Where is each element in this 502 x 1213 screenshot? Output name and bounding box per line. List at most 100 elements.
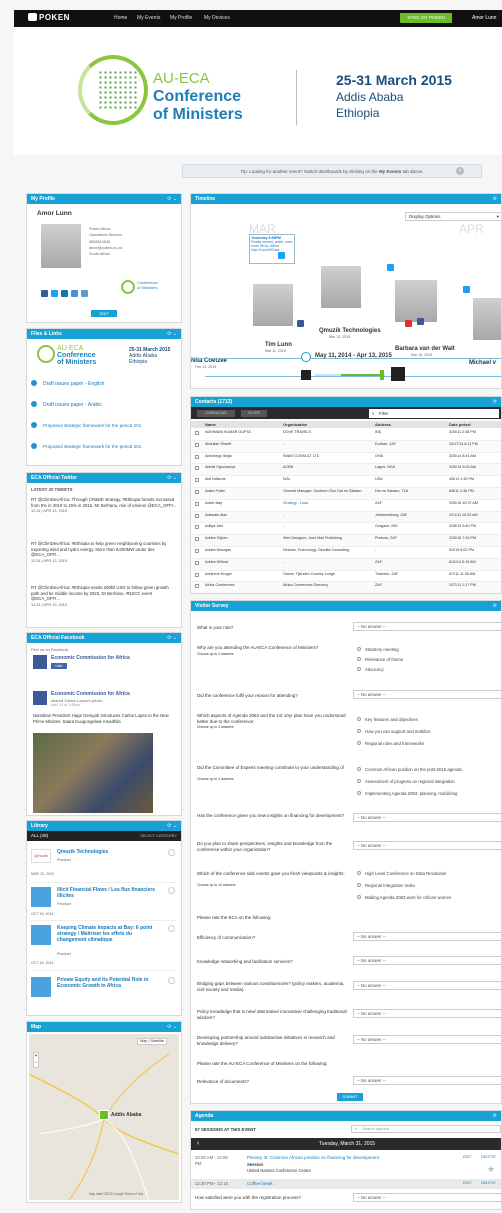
row-checkbox[interactable]: [195, 513, 199, 518]
file-link[interactable]: Proposed strategic framework for the per…: [31, 422, 141, 428]
row-checkbox[interactable]: [195, 466, 199, 471]
session-delete-link[interactable]: DELETE: [481, 1155, 496, 1159]
session-title[interactable]: Coffee break: [247, 1181, 273, 1186]
timeline-photo[interactable]: [253, 284, 293, 326]
row-checkbox[interactable]: [195, 549, 199, 553]
session-delete-link[interactable]: DELETE: [481, 1181, 496, 1185]
timeline-prev-icon[interactable]: [301, 352, 311, 362]
file-link[interactable]: Proposed strategic framework for the per…: [31, 443, 141, 449]
facebook-icon[interactable]: [41, 290, 48, 297]
panel-controls-icon[interactable]: ⟳: [493, 194, 497, 204]
remove-icon[interactable]: [168, 977, 175, 984]
answer-option[interactable]: Advocacy: [357, 667, 384, 672]
remove-icon[interactable]: [168, 887, 175, 894]
nav-my-devices[interactable]: My Devices: [204, 15, 230, 21]
answer-select[interactable]: -- No answer --: [353, 956, 501, 965]
answer-option[interactable]: Assessment of progress on regional integ…: [357, 779, 455, 784]
map-marker-icon[interactable]: [99, 1110, 109, 1120]
row-checkbox[interactable]: [195, 572, 199, 577]
select-category-dropdown[interactable]: SELECT CATEGORY: [140, 831, 177, 841]
answer-option[interactable]: Making Agenda 2063 work for African wome…: [357, 895, 451, 900]
session-edit-link[interactable]: EDIT: [463, 1155, 472, 1159]
radio-icon[interactable]: [357, 729, 361, 733]
panel-controls-icon[interactable]: ⟳ ⌄: [167, 633, 177, 643]
timeline-person-name[interactable]: Barbara van der Walt: [395, 346, 455, 352]
table-row[interactable]: Adrian Moorgas Director, Technology, Delo…: [191, 547, 501, 559]
row-checkbox[interactable]: [195, 454, 199, 459]
table-row[interactable]: Abii Ndisone NJU USA 4/8/14 1:30 PM: [191, 476, 501, 488]
row-checkbox[interactable]: [195, 478, 199, 483]
answer-option[interactable]: Regional roles and frameworks: [357, 741, 424, 746]
radio-icon[interactable]: [357, 647, 361, 651]
table-row[interactable]: Abidal Ogunsanya ACBN Lagos, NGA 3/30/14 9:…: [191, 464, 501, 477]
linkedin-icon[interactable]: [61, 290, 68, 297]
timeline-photo[interactable]: [395, 280, 437, 322]
twitter-icon[interactable]: [387, 264, 394, 271]
row-checkbox[interactable]: [195, 501, 199, 506]
tip-close-icon[interactable]: ×: [456, 167, 464, 175]
table-row[interactable]: Aditya Jain - Gurgaon, IND 3/26/13 3:40 PM: [191, 523, 501, 536]
table-row[interactable]: Adam Fuller General Manager, Southern Sun…: [191, 488, 501, 500]
table-row[interactable]: Adrian Viljoen Web Designer, Jund Mall Pu…: [191, 535, 501, 547]
panel-controls-icon[interactable]: ⟳ ⌄: [167, 821, 177, 831]
panel-controls-icon[interactable]: ⟳ ⌄: [167, 329, 177, 339]
radio-icon[interactable]: [357, 791, 361, 795]
radio-icon[interactable]: [357, 657, 361, 661]
poken-logo[interactable]: POKEN: [28, 13, 70, 22]
session-title[interactable]: Plenary III: Common African position on …: [247, 1155, 417, 1160]
panel-controls-icon[interactable]: ⟳ ⌄: [167, 194, 177, 204]
zoom-control[interactable]: + −: [33, 1052, 39, 1068]
library-item[interactable]: Qmuz!k Qmuzik Technologies Product MAR 1…: [31, 845, 177, 883]
radio-icon[interactable]: [357, 717, 361, 721]
download-button[interactable]: DOWNLOAD: [197, 410, 235, 417]
answer-option[interactable]: High Level Conference on Data Revolution: [357, 871, 446, 876]
chevron-left-icon[interactable]: ‹: [197, 1138, 199, 1150]
person-large-icon[interactable]: [391, 367, 405, 381]
table-row[interactable]: ADHIMANI KUMAR GUPTA DOVE TRAVELS IND 3/30/…: [191, 429, 501, 441]
column-header[interactable]: Organization: [283, 422, 307, 427]
answer-option[interactable]: Implementing Agenda 2063: planning, mobi…: [357, 791, 457, 796]
timeline-person-name[interactable]: Michael v: [469, 360, 496, 366]
table-row[interactable]: Adewale Alao - Johannesburg, ZAF 2/21/11 10…: [191, 511, 501, 524]
star-icon[interactable]: ★: [487, 1164, 495, 1175]
radio-icon[interactable]: [357, 667, 361, 671]
answer-select[interactable]: -- No answer --: [353, 1035, 501, 1044]
facebook-page-name[interactable]: Economic Commission for Africa: [51, 655, 130, 661]
library-item[interactable]: Private Equity and its Potential Role in…: [31, 973, 177, 1013]
twitter-icon[interactable]: [278, 252, 285, 259]
table-row[interactable]: Adele Italy Strategy - Lead ZAF 3/30/15 10:…: [191, 500, 501, 512]
submit-button[interactable]: SUBMIT: [337, 1093, 363, 1101]
radio-icon[interactable]: [357, 895, 361, 899]
answer-option[interactable]: Key features and objectives: [357, 717, 418, 722]
twitter-icon[interactable]: [463, 286, 470, 293]
row-checkbox[interactable]: [195, 525, 199, 530]
answer-option[interactable]: Relevance of theme: [357, 657, 403, 662]
answer-select[interactable]: -- No answer --: [353, 1076, 501, 1085]
post-photo[interactable]: [33, 733, 153, 813]
radio-icon[interactable]: [357, 883, 361, 887]
zoom-slider-handle[interactable]: [380, 370, 384, 380]
timeline-person-name[interactable]: Tim Lunn: [265, 342, 292, 348]
user-menu[interactable]: Amor Lunn: [472, 15, 496, 21]
session-edit-link[interactable]: EDIT: [463, 1181, 472, 1185]
timeline-person-name[interactable]: Qmuzik Technologies: [319, 328, 381, 334]
answer-select[interactable]: -- No answer --: [353, 932, 501, 941]
panel-controls-icon[interactable]: ⟳ ⌄: [167, 473, 177, 483]
answer-option[interactable]: Regional Integration Index: [357, 883, 415, 888]
answer-option[interactable]: How you can support and mobilize: [357, 729, 431, 734]
filter-button[interactable]: FILTER: [241, 410, 267, 417]
column-header[interactable]: Address: [375, 422, 391, 427]
table-row[interactable]: Adrian Wilford - ZAF 6/11/14 6:10 AM: [191, 558, 501, 571]
row-checkbox[interactable]: [195, 560, 199, 565]
contacts-filter-input[interactable]: ⌕ Filter: [369, 409, 499, 418]
post-author[interactable]: Economic Commission for Africa: [51, 691, 130, 697]
map-canvas[interactable]: Addis Ababa + − Map | Satellite Map data …: [28, 1034, 180, 1201]
row-checkbox[interactable]: [195, 490, 199, 494]
nav-my-events[interactable]: My Events: [137, 15, 160, 21]
tweet-tooltip[interactable]: Yesterday 6:58PM Finally emmet_smith, cre…: [249, 234, 295, 264]
radio-icon[interactable]: [357, 779, 361, 783]
timeline-photo[interactable]: [321, 266, 361, 308]
table-row[interactable]: Adrienne Kruger Owner, Tijenden Country L…: [191, 571, 501, 583]
display-options-dropdown[interactable]: Display Options ▾: [405, 212, 501, 221]
pinterest-icon[interactable]: [405, 320, 412, 327]
